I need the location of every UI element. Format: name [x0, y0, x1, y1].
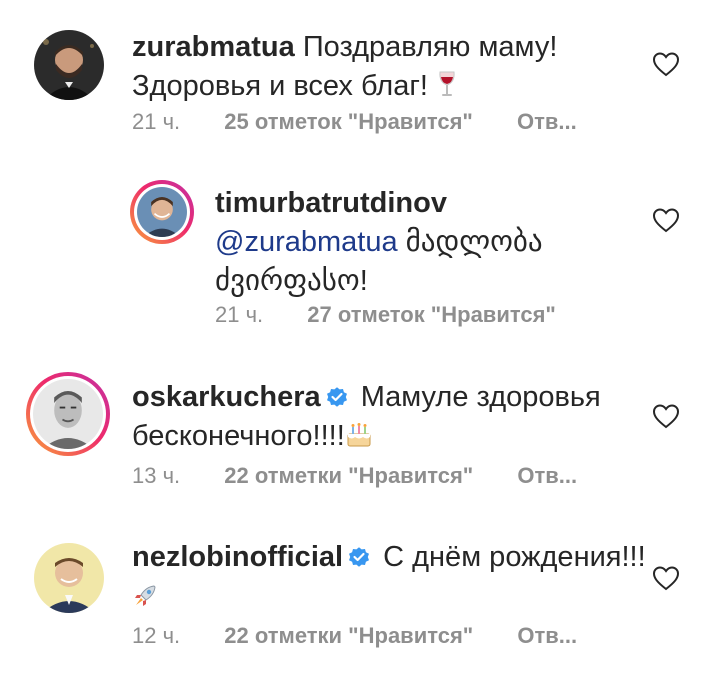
comment-text: oskarkuchera Мамуле здоровья бесконечног…	[132, 378, 652, 460]
avatar[interactable]	[34, 30, 104, 100]
comment-meta: 13 ч. 22 отметки "Нравится" Отв...	[132, 463, 577, 489]
username[interactable]: nezlobinofficial	[132, 541, 343, 573]
comment-body: С днём рождения!!!	[383, 541, 646, 573]
comment-meta: 21 ч. 27 отметок "Нравится"	[215, 302, 556, 328]
likes-count[interactable]: 22 отметки "Нравится"	[224, 463, 473, 489]
birthday-cake-icon	[345, 421, 373, 460]
rocket-icon	[132, 581, 158, 620]
heart-icon[interactable]	[652, 207, 680, 233]
timestamp: 12 ч.	[132, 623, 181, 648]
reply-button[interactable]: Отв...	[517, 109, 577, 135]
wine-glass-icon	[436, 69, 458, 110]
username[interactable]: timurbatrutdinov	[215, 187, 447, 219]
timestamp: 21 ч.	[132, 109, 181, 134]
mention-link[interactable]: @zurabmatua	[215, 226, 398, 258]
timestamp: 21 ч.	[215, 302, 264, 327]
comment-meta: 12 ч. 22 отметки "Нравится" Отв...	[132, 623, 577, 649]
username[interactable]: zurabmatua	[132, 31, 295, 63]
timestamp: 13 ч.	[132, 463, 181, 488]
comment-meta: 21 ч. 25 отметок "Нравится" Отв...	[132, 109, 577, 135]
comment-body: Поздравляю маму!	[302, 31, 558, 63]
comment-text: timurbatrutdinov @zurabmatua მადლობა ძვი…	[215, 184, 645, 301]
comment-body-line2: Здоровья и всех благ!	[132, 70, 428, 102]
avatar-story-ring[interactable]	[26, 372, 110, 456]
likes-count[interactable]: 22 отметки "Нравится"	[224, 623, 473, 649]
likes-count[interactable]: 25 отметок "Нравится"	[224, 109, 473, 135]
avatar-story-ring[interactable]	[130, 180, 194, 244]
comment-text: zurabmatua Поздравляю маму! Здоровья и в…	[132, 28, 652, 110]
username[interactable]: oskarkuchera	[132, 381, 321, 413]
comment-body: მადლობა	[405, 226, 543, 258]
avatar[interactable]	[34, 543, 104, 613]
heart-icon[interactable]	[652, 565, 680, 591]
reply-button[interactable]: Отв...	[517, 463, 577, 489]
comment-body-line2: ძვირფასო!	[215, 265, 368, 297]
verified-badge-icon	[325, 381, 349, 407]
comment-body: Мамуле здоровья	[360, 381, 601, 413]
likes-count[interactable]: 27 отметок "Нравится"	[307, 302, 556, 328]
comment-text: nezlobinofficial С днём рождения!!!	[132, 538, 652, 620]
reply-button[interactable]: Отв...	[517, 623, 577, 649]
verified-badge-icon	[347, 541, 371, 567]
heart-icon[interactable]	[652, 403, 680, 429]
heart-icon[interactable]	[652, 51, 680, 77]
comment-body-line2: бесконечного!!!!	[132, 420, 345, 452]
